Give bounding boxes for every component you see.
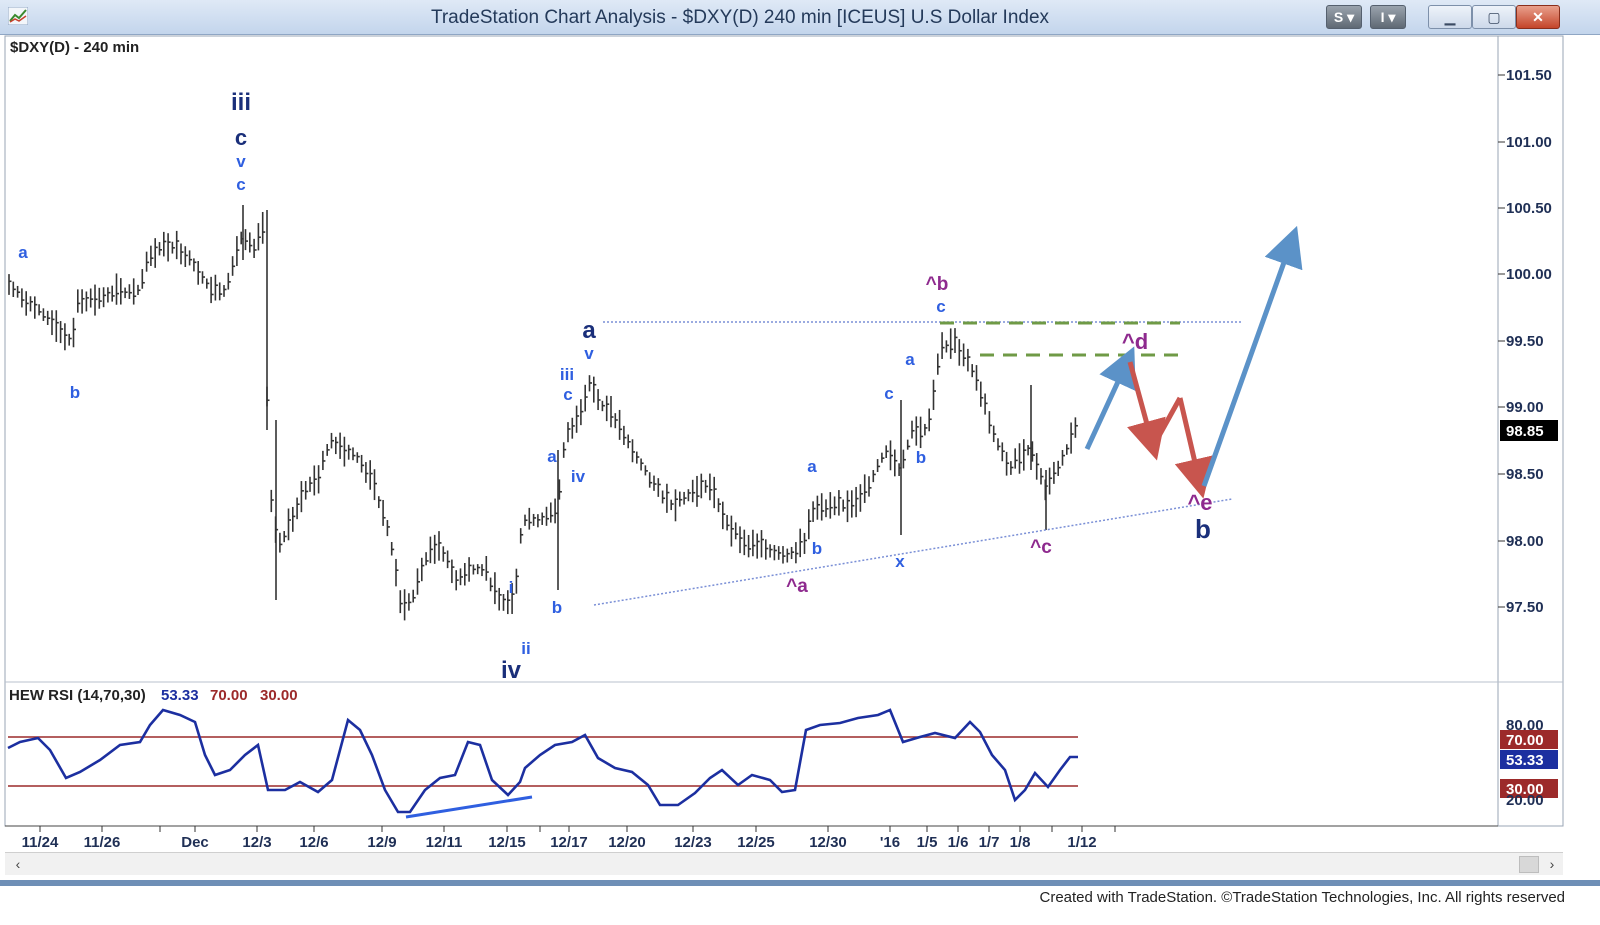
time-tick: 12/17 bbox=[550, 834, 588, 850]
time-tick: 12/23 bbox=[674, 834, 712, 850]
wave-label: b bbox=[70, 383, 80, 402]
time-tickmarks bbox=[39, 826, 1116, 832]
interval-link-button[interactable]: I ▾ bbox=[1370, 5, 1406, 29]
wave-label: a bbox=[18, 243, 28, 262]
symbol-link-button[interactable]: S ▾ bbox=[1326, 5, 1362, 29]
wave-label: b bbox=[552, 598, 562, 617]
rsi-axis: 80.00 70.00 53.33 30.00 20.00 bbox=[1500, 717, 1558, 809]
time-tick: 12/15 bbox=[488, 834, 526, 850]
wave-label: x bbox=[895, 552, 905, 571]
maximize-button[interactable]: ▢ bbox=[1472, 5, 1516, 29]
close-button[interactable]: ✕ bbox=[1516, 5, 1560, 29]
time-tick: 1/7 bbox=[979, 834, 1000, 850]
rsi-value: 53.33 bbox=[161, 687, 199, 704]
price-tick: 98.50 bbox=[1506, 466, 1544, 483]
rsi-upper-badge-text: 70.00 bbox=[1506, 732, 1544, 749]
scroll-thumb[interactable] bbox=[1519, 856, 1539, 873]
scroll-left-icon[interactable]: ‹ bbox=[7, 853, 29, 875]
wave-label: iv bbox=[501, 657, 522, 684]
price-tick: 100.00 bbox=[1506, 266, 1552, 283]
wave-label: ^e bbox=[1187, 490, 1212, 515]
time-tick: 1/5 bbox=[917, 834, 938, 850]
price-tick: 101.50 bbox=[1506, 67, 1552, 84]
wave-label: iii bbox=[560, 365, 574, 384]
rsi-lower: 30.00 bbox=[260, 687, 298, 704]
minimize-button[interactable]: ▁ bbox=[1428, 5, 1472, 29]
wave-label: c bbox=[236, 175, 245, 194]
wave-label: b bbox=[916, 448, 926, 467]
rsi-upper: 70.00 bbox=[210, 687, 248, 704]
time-tick: 12/25 bbox=[737, 834, 775, 850]
price-tick: 99.00 bbox=[1506, 399, 1544, 416]
scroll-right-icon[interactable]: › bbox=[1541, 853, 1563, 875]
wave-label: c bbox=[884, 384, 893, 403]
wave-label: ^c bbox=[1030, 537, 1052, 558]
chart-area[interactable]: $DXY(D) - 240 min 101.50 101.00 100.50 1… bbox=[0, 35, 1600, 850]
wave-label: iv bbox=[571, 467, 586, 486]
wave-label: ii bbox=[521, 639, 530, 658]
wave-label: b bbox=[1195, 514, 1211, 544]
wave-label: a bbox=[547, 447, 557, 466]
wave-label: iii bbox=[231, 89, 251, 116]
time-tick: Dec bbox=[181, 834, 209, 850]
time-tick: 12/6 bbox=[299, 834, 328, 850]
wave-label: ^a bbox=[786, 576, 808, 597]
wave-label: v bbox=[236, 152, 246, 171]
wave-label: c bbox=[563, 385, 572, 404]
time-tick: 11/26 bbox=[84, 834, 121, 850]
footer: Created with TradeStation. ©TradeStation… bbox=[0, 880, 1600, 925]
copyright-text: Created with TradeStation. ©TradeStation… bbox=[1039, 889, 1566, 906]
wave-label: b bbox=[812, 539, 822, 558]
horizontal-scrollbar[interactable]: ‹ › bbox=[5, 852, 1563, 875]
time-axis: 11/24 11/26 Dec 12/3 12/6 12/9 12/11 12/… bbox=[22, 834, 1097, 850]
rsi-label: HEW RSI (14,70,30) bbox=[9, 687, 146, 704]
price-tick: 99.50 bbox=[1506, 333, 1544, 350]
time-tick: 11/24 bbox=[22, 834, 59, 850]
rsi-value-badge-text: 53.33 bbox=[1506, 752, 1544, 769]
time-tick: 1/6 bbox=[948, 834, 969, 850]
wave-label: a bbox=[807, 457, 817, 476]
time-tick: 12/11 bbox=[426, 834, 463, 850]
time-tick: 12/9 bbox=[367, 834, 396, 850]
wave-label: a bbox=[582, 317, 596, 344]
title-bar: TradeStation Chart Analysis - $DXY(D) 24… bbox=[0, 0, 1600, 35]
wave-label: i bbox=[509, 578, 514, 597]
time-tick: '16 bbox=[880, 834, 900, 850]
wave-label: ^d bbox=[1122, 329, 1148, 354]
time-tick: 12/30 bbox=[809, 834, 847, 850]
wave-label: ^b bbox=[926, 274, 949, 295]
wave-label: v bbox=[584, 344, 594, 363]
time-tick: 12/3 bbox=[242, 834, 271, 850]
wave-label: a bbox=[905, 350, 915, 369]
last-price-value: 98.85 bbox=[1506, 423, 1544, 440]
price-tick: 97.50 bbox=[1506, 599, 1544, 616]
price-tick: 98.00 bbox=[1506, 533, 1544, 550]
price-tick: 101.00 bbox=[1506, 134, 1552, 151]
price-tick: 100.50 bbox=[1506, 200, 1552, 217]
footer-band bbox=[0, 880, 1600, 886]
chart-symbol-label: $DXY(D) - 240 min bbox=[10, 39, 139, 56]
time-tick: 12/20 bbox=[608, 834, 646, 850]
time-tick: 1/8 bbox=[1010, 834, 1031, 850]
rsi-tick: 20.00 bbox=[1506, 792, 1544, 809]
wave-label: c bbox=[936, 297, 945, 316]
wave-label: c bbox=[235, 125, 247, 150]
time-tick: 1/12 bbox=[1067, 834, 1096, 850]
